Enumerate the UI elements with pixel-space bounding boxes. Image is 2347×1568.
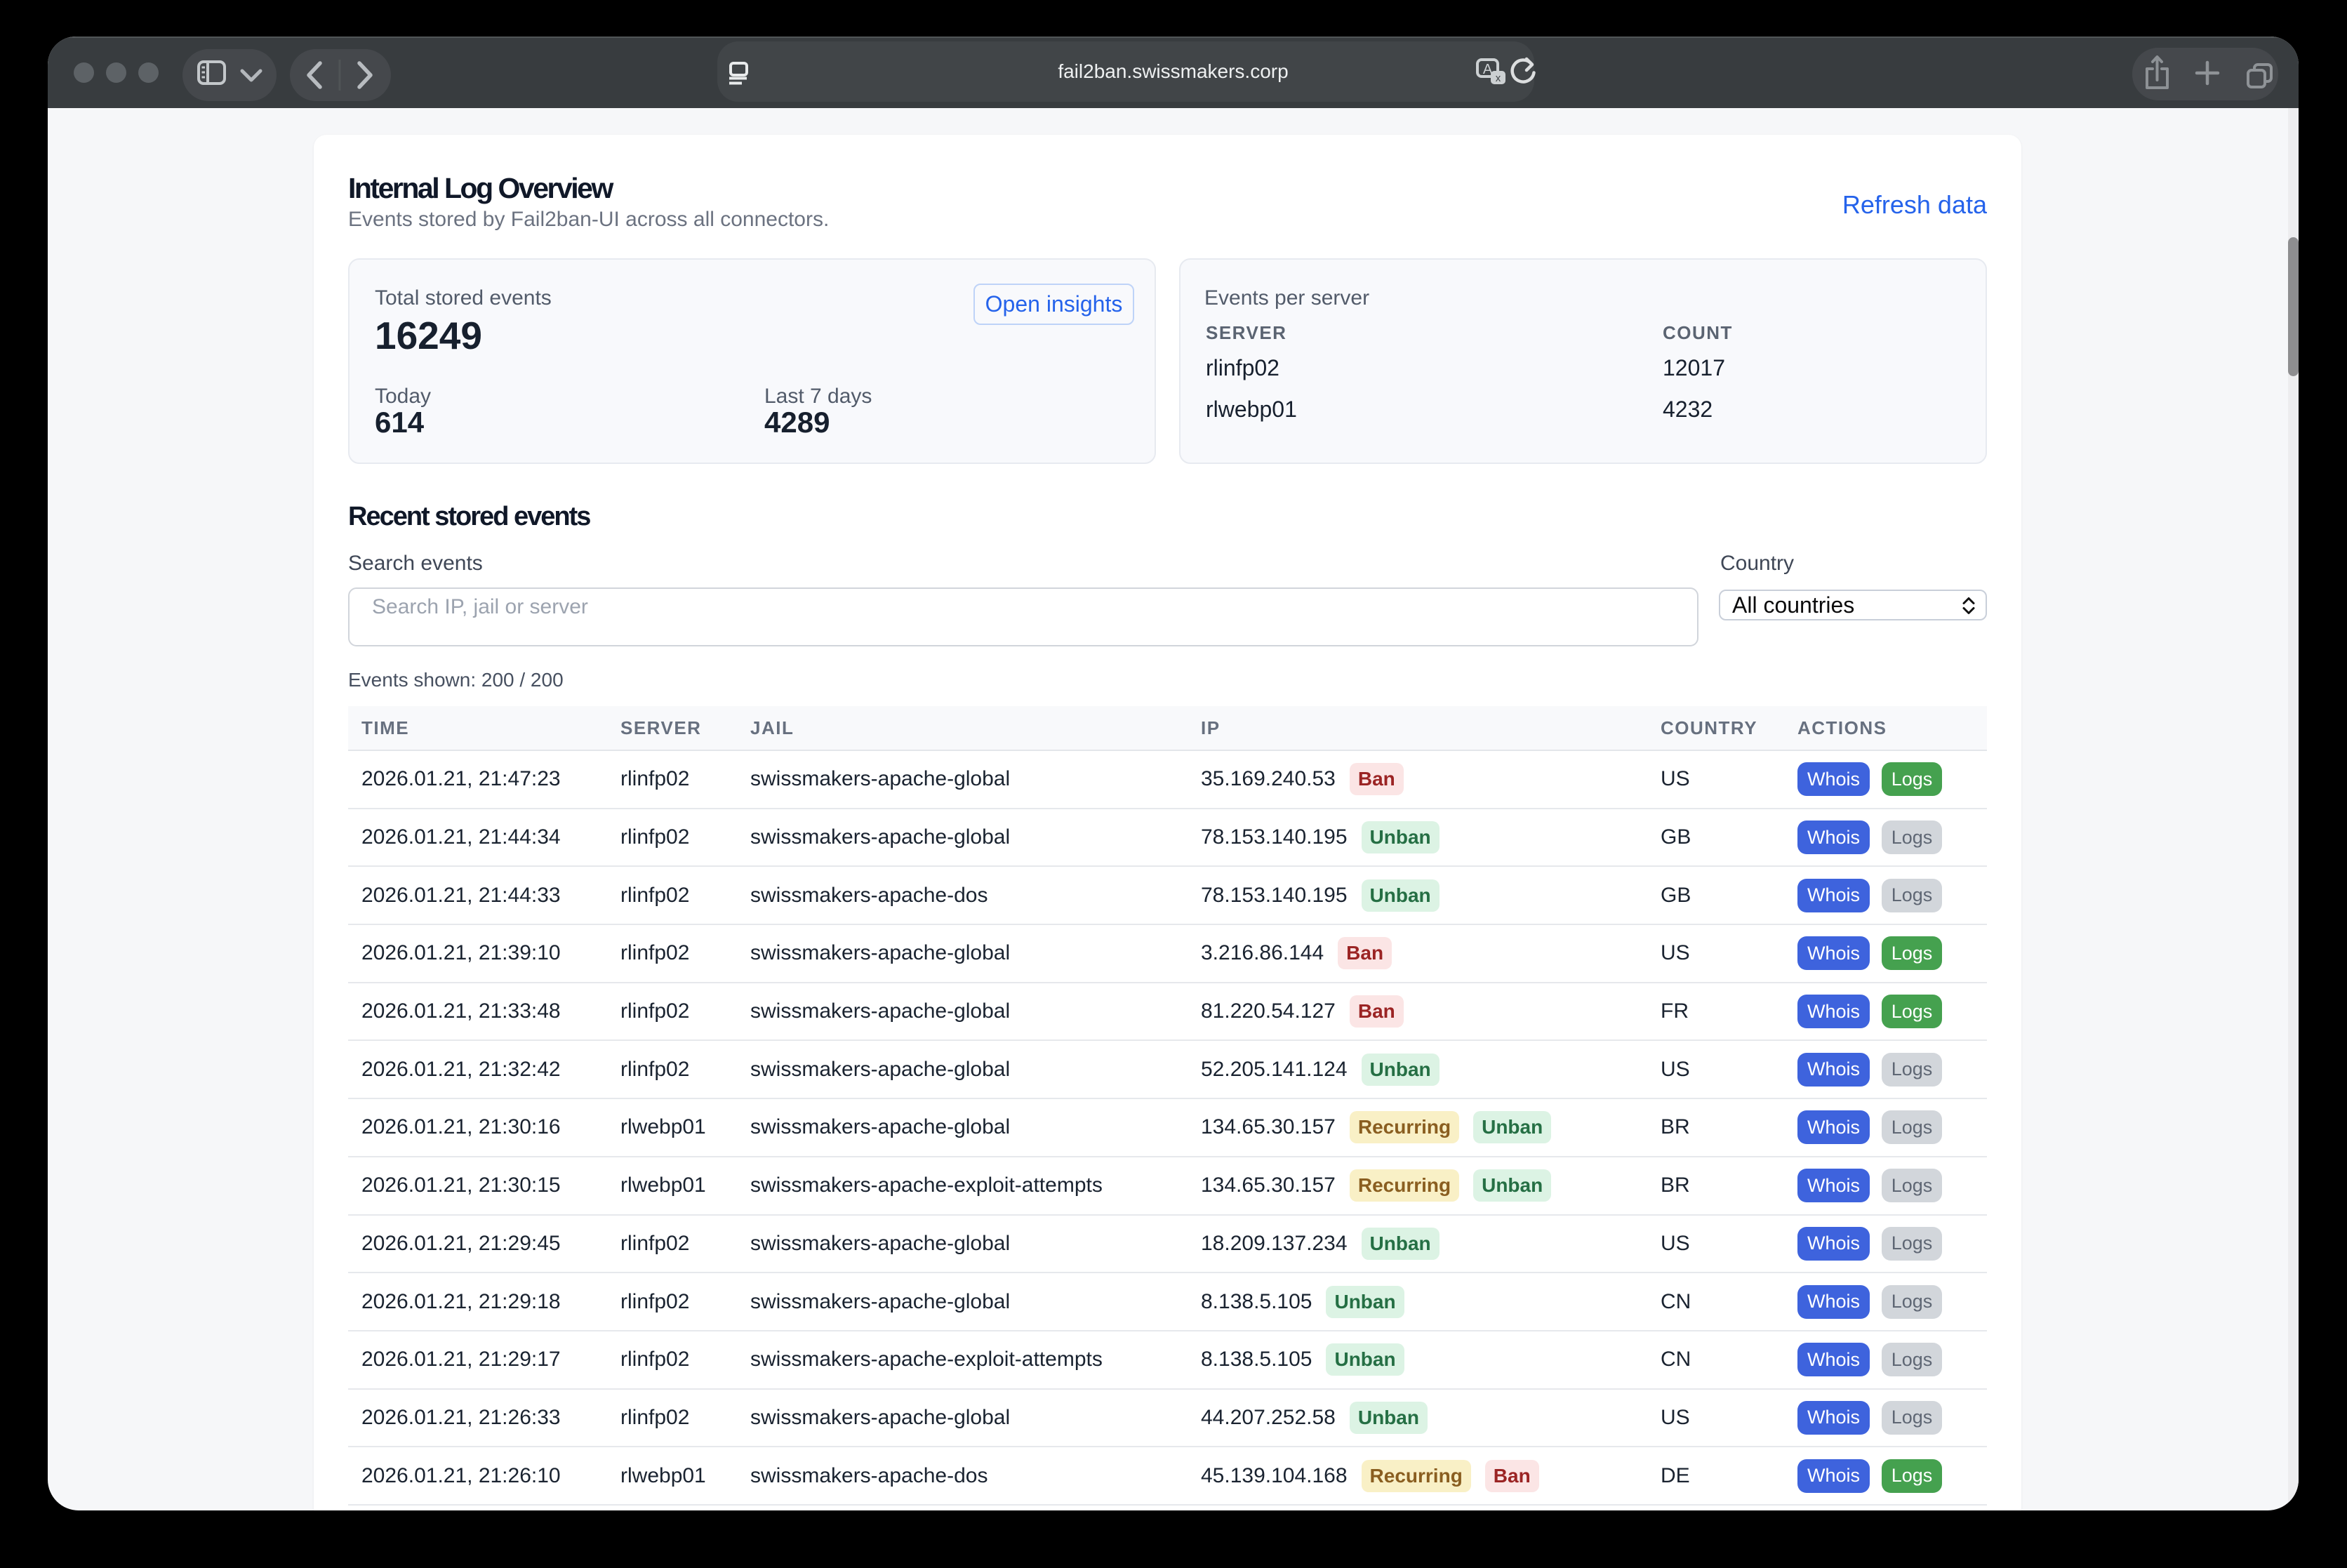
- svg-text:x: x: [1496, 72, 1501, 84]
